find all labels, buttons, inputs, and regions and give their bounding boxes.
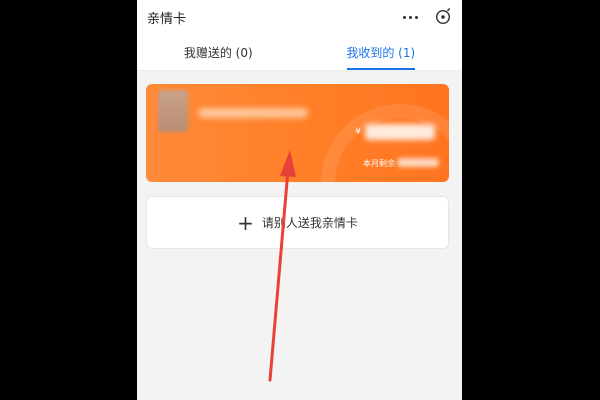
- card-amount: ¥: [355, 124, 435, 140]
- request-card-button[interactable]: + 请别人送我亲情卡: [146, 196, 449, 249]
- plus-icon: +: [237, 210, 254, 235]
- request-card-label: 请别人送我亲情卡: [261, 216, 358, 230]
- page-title: 亲情卡: [147, 11, 187, 27]
- remaining-label: 本月剩余: [363, 159, 395, 168]
- blurred-remaining-value: [397, 158, 439, 167]
- top-actions: [403, 8, 452, 26]
- avatar: [158, 90, 188, 132]
- circle-close-icon[interactable]: [434, 8, 452, 26]
- top-bar: 亲情卡: [137, 0, 462, 34]
- blurred-sender-name: [198, 108, 308, 118]
- family-card[interactable]: ¥ 本月剩余: [146, 84, 449, 182]
- currency-symbol: ¥: [355, 127, 361, 137]
- blurred-amount: [365, 124, 435, 140]
- card-decoration-ring: [321, 104, 449, 182]
- tab-sent[interactable]: 我赠送的 (0): [137, 34, 300, 70]
- more-icon[interactable]: [403, 15, 418, 19]
- phone-screen: 亲情卡 我赠送的 (0) 我收到的 (1) ¥ 本月剩余 + 请别人送我亲情卡: [137, 0, 462, 400]
- tab-bar: 我赠送的 (0) 我收到的 (1): [137, 34, 462, 71]
- tab-received[interactable]: 我收到的 (1): [300, 34, 463, 70]
